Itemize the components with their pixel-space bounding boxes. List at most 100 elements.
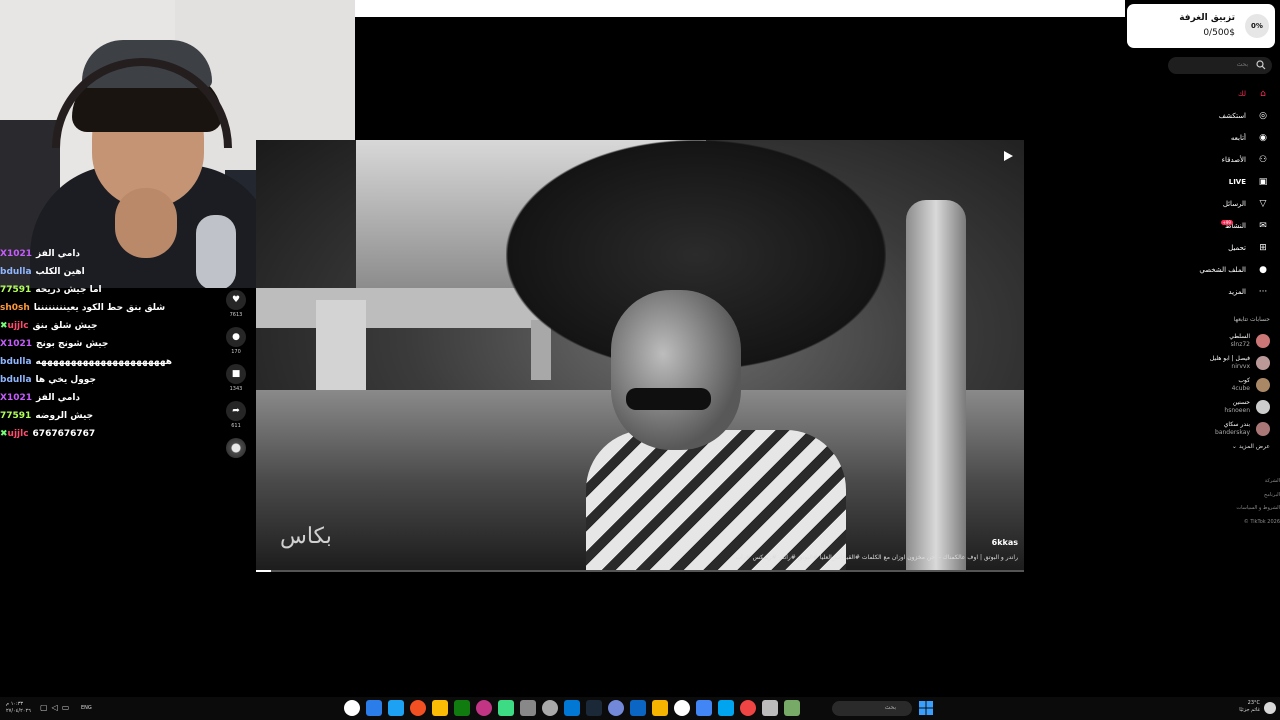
- taskbar-app-icon[interactable]: [542, 700, 558, 716]
- taskbar-app-icon[interactable]: [344, 700, 360, 716]
- following-account-handle: banderskay: [1215, 429, 1250, 436]
- play-icon[interactable]: [1002, 150, 1014, 162]
- taskbar-app-icon[interactable]: [476, 700, 492, 716]
- goal-title: تزبيق الغرفة: [1179, 13, 1235, 23]
- music-disc-icon[interactable]: [226, 438, 246, 458]
- windows-start-icon[interactable]: [919, 701, 933, 715]
- taskbar-app-icon[interactable]: [630, 700, 646, 716]
- bookmark-icon[interactable]: ■: [226, 364, 246, 384]
- chat-text: جوول يخي ها: [35, 375, 96, 385]
- upload-icon: ⊞: [1259, 243, 1267, 253]
- notification-icon[interactable]: ▢: [40, 703, 48, 712]
- video-channel-name[interactable]: 6kkas: [992, 538, 1018, 547]
- following-account[interactable]: بندر سكاي banderskay: [1160, 418, 1270, 440]
- video-pillar: [316, 300, 366, 400]
- browser-top-strip: [355, 0, 1125, 17]
- taskbar-app-icon[interactable]: [784, 700, 800, 716]
- room-goal-widget: 0% تزبيق الغرفة 0/500$: [1127, 4, 1275, 48]
- sidebar-item-label: LIVE: [1228, 178, 1246, 186]
- following-icon: ◉: [1259, 133, 1267, 143]
- taskbar-app-icon[interactable]: [674, 700, 690, 716]
- following-account-handle: 4cube: [1231, 385, 1250, 392]
- chat-message: X1021 دامي الفز: [0, 389, 250, 407]
- taskbar-app-icon[interactable]: [740, 700, 756, 716]
- following-account-text: السلطي slnz72: [1229, 333, 1250, 349]
- language-indicator[interactable]: ENG: [81, 705, 92, 711]
- taskbar-app-icon[interactable]: [652, 700, 668, 716]
- video-person-sunglasses: [626, 388, 711, 410]
- weather-widget[interactable]: 23°C غائم جزئيًا: [1239, 700, 1260, 714]
- chat-message: X1021 دامي الفز: [0, 245, 250, 263]
- sidebar-item-profile[interactable]: ● الملف الشخصي: [1166, 259, 1270, 281]
- taskbar-app-icon[interactable]: [410, 700, 426, 716]
- sidebar-item-friends[interactable]: ⚇ الأصدقاء: [1166, 149, 1270, 171]
- comment-icon[interactable]: ●: [226, 327, 246, 347]
- footer-link[interactable]: البرنامج: [1236, 489, 1280, 503]
- following-account[interactable]: كوب 4cube: [1160, 374, 1270, 396]
- action-bookmark: ■ 1343: [224, 364, 248, 396]
- share-icon[interactable]: ➦: [226, 401, 246, 421]
- sidebar-item-label: الأصدقاء: [1221, 156, 1246, 164]
- avatar: [1256, 334, 1270, 348]
- sidebar-item-following[interactable]: ◉ أتابعه: [1166, 127, 1270, 149]
- taskbar-app-icon[interactable]: [608, 700, 624, 716]
- taskbar-app-icon[interactable]: [366, 700, 382, 716]
- following-account[interactable]: فيصل | ابو هليل nirvvx: [1160, 352, 1270, 374]
- sidebar-item-label: الرسائل: [1222, 200, 1246, 208]
- footer-link[interactable]: الشركة: [1236, 475, 1280, 489]
- heart-icon[interactable]: ♥: [226, 290, 246, 310]
- taskbar-app-icon[interactable]: [388, 700, 404, 716]
- network-icon[interactable]: ▭: [62, 703, 70, 712]
- windows-taskbar: ١٠:٣٣ م ٢٧/٠٤/٢٠٢٦ ▢ ◁ ▭ ENG بحث 23°C غا…: [0, 697, 1280, 720]
- action-count: 170: [231, 349, 241, 355]
- taskbar-search[interactable]: بحث: [832, 701, 912, 716]
- taskbar-clock[interactable]: ١٠:٣٣ م ٢٧/٠٤/٢٠٢٦: [6, 701, 31, 715]
- system-tray: ▢ ◁ ▭: [40, 703, 69, 712]
- sidebar-item-messages[interactable]: ▽ الرسائل: [1166, 193, 1270, 215]
- sidebar-nav: ⌂ لك ◎ استكشف ◉ أتابعه ⚇ الأصدقاء ▣ LIVE ▽ الرسائل ✉…: [1166, 83, 1270, 303]
- show-more-button[interactable]: عرض المزيد ⌄: [1232, 443, 1270, 450]
- chat-username: X1021: [0, 339, 32, 349]
- chat-message: bdulla ههههههههههههههههههههههه: [0, 353, 250, 371]
- taskbar-app-icon[interactable]: [432, 700, 448, 716]
- sidebar-item-foryou[interactable]: ⌂ لك: [1166, 83, 1270, 105]
- taskbar-app-icon[interactable]: [586, 700, 602, 716]
- sidebar-item-explore[interactable]: ◎ استكشف: [1166, 105, 1270, 127]
- search-input[interactable]: بحث: [1168, 57, 1272, 74]
- sidebar-item-upload[interactable]: ⊞ تحميل: [1166, 237, 1270, 259]
- volume-icon[interactable]: ◁: [52, 703, 58, 712]
- action-count: 1343: [229, 386, 243, 392]
- activity-icon: ✉: [1259, 221, 1267, 231]
- footer-link[interactable]: الشروط و السياسات: [1236, 502, 1280, 516]
- taskbar-app-icon[interactable]: [454, 700, 470, 716]
- video-caption: راندر و البوتق | اوف عالكمناك - احن مخزو…: [735, 554, 1018, 561]
- taskbar-app-icon[interactable]: [762, 700, 778, 716]
- taskbar-app-icon[interactable]: [498, 700, 514, 716]
- taskbar-app-icon[interactable]: [564, 700, 580, 716]
- chat-message: sh0sh شلق بنق حط الكود يعيننننننننا: [0, 299, 250, 317]
- footer-link[interactable]: © TikTok 2026: [1236, 516, 1280, 530]
- following-account-text: فيصل | ابو هليل nirvvx: [1210, 355, 1250, 371]
- taskbar-app-icon[interactable]: [718, 700, 734, 716]
- sidebar-item-more[interactable]: ··· المزيد: [1166, 281, 1270, 303]
- stream-chat: X1021 دامي الفز bdulla اهين الكلب 77591 اما ج…: [0, 245, 250, 443]
- video-tree-trunk: [906, 200, 966, 572]
- taskbar-app-icon[interactable]: [696, 700, 712, 716]
- following-account[interactable]: السلطي slnz72: [1160, 330, 1270, 352]
- video-player[interactable]: بكاس 6kkas راندر و البوتق | اوف عالكمناك…: [256, 140, 1024, 572]
- foryou-icon: ⌂: [1260, 89, 1266, 99]
- following-account-name: حسنين: [1232, 399, 1250, 406]
- clock-date: ٢٧/٠٤/٢٠٢٦: [6, 708, 31, 714]
- taskbar-app-icon[interactable]: [520, 700, 536, 716]
- sidebar-item-live[interactable]: ▣ LIVE: [1166, 171, 1270, 193]
- sidebar-item-activity[interactable]: ✉ النشاط 99+: [1166, 215, 1270, 237]
- following-account-name: السلطي: [1229, 333, 1250, 340]
- chevron-down-icon: ⌄: [1231, 443, 1237, 450]
- following-account-handle: slnz72: [1230, 341, 1250, 348]
- following-account[interactable]: حسنين hsnoeen: [1160, 396, 1270, 418]
- chat-username: X1021: [0, 249, 32, 259]
- video-progress-bar[interactable]: [256, 570, 1024, 572]
- chat-text: دامي الفز: [36, 393, 81, 403]
- taskbar-search-placeholder: بحث: [884, 704, 896, 711]
- chat-message: 77591 اما جيش دريحه: [0, 281, 250, 299]
